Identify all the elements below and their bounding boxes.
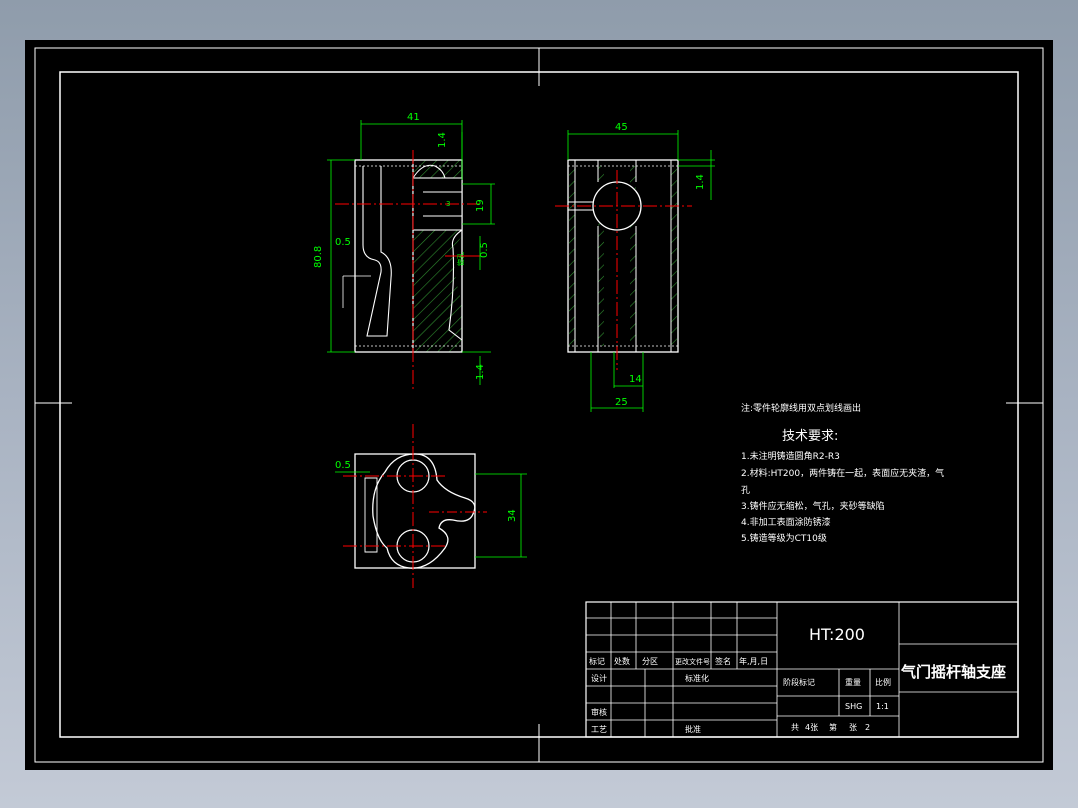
tb-header: 分区 <box>642 657 658 666</box>
tb-review: 审核 <box>591 707 607 717</box>
dim-side-inner: 14 <box>629 374 642 385</box>
dim-front-chamfer: 0.5 <box>335 237 351 248</box>
technical-notes: 注:零件轮廓线用双点划线画出 技术要求: 1.未注明铸造圆角R2-R3 2.材料… <box>741 402 944 544</box>
top-dimension-labels: 0.5 34 <box>335 460 518 522</box>
tb-stage-label: 阶段标记 <box>783 677 815 687</box>
tb-sheet-label: 第 <box>829 722 837 732</box>
title-block: 标记 处数 分区 更改文件号 签名 年,月,日 设计 标准化 审核 工艺 批准 … <box>585 601 1019 738</box>
side-view <box>555 159 692 370</box>
dim-front-small: 3 <box>446 200 450 208</box>
front-dimension-labels: 41 1.4 80.8 0.5 19 0.5 1.4 3 锪孔 <box>313 112 490 380</box>
note-item: 4.非加工表面涂防锈漆 <box>741 516 831 528</box>
tb-header: 年,月,日 <box>739 656 768 666</box>
centering-marks <box>35 48 1043 762</box>
tb-design: 设计 <box>591 673 607 683</box>
dim-front-bottom: 1.4 <box>475 364 486 380</box>
tb-header: 更改文件号 <box>675 657 710 666</box>
note-item: 5.铸造等级为CT10级 <box>741 532 827 544</box>
dim-front-top: 1.4 <box>437 132 448 148</box>
tb-sheet-suffix: 张 <box>849 723 857 732</box>
tb-header: 签名 <box>715 656 731 666</box>
part-note: 注:零件轮廓线用双点划线画出 <box>741 402 861 414</box>
tb-sheets-label: 共 <box>791 723 799 732</box>
front-view <box>335 150 480 390</box>
dim-front-width: 41 <box>407 112 420 123</box>
note-item: 2.材料:HT200，两件铸在一起，表面应无夹渣，气 <box>741 467 944 479</box>
drawing-sheet: 41 1.4 80.8 0.5 19 0.5 1.4 3 锪孔 45 1.4 1… <box>25 40 1053 770</box>
dim-front-step: 0.5 <box>479 242 490 258</box>
side-dimension-labels: 45 1.4 14 25 <box>615 122 706 408</box>
tb-scale-label: 比例 <box>875 677 891 687</box>
tb-approve: 批准 <box>685 724 701 734</box>
tb-header: 处数 <box>614 656 630 666</box>
top-dimensions <box>335 471 527 558</box>
tb-drawing-name: 气门摇杆轴支座 <box>900 663 1006 681</box>
tb-standard: 标准化 <box>685 673 709 683</box>
tb-scale-value: 1:1 <box>876 702 889 711</box>
tb-weight-value: SHG <box>845 702 862 711</box>
side-dimensions <box>567 130 715 412</box>
dim-side-width: 45 <box>615 122 628 133</box>
tb-sheet-value: 2 <box>865 723 870 732</box>
dim-top-height: 34 <box>507 509 518 522</box>
tb-header: 标记 <box>589 656 605 666</box>
top-view <box>343 424 487 588</box>
outer-frame <box>34 47 1044 763</box>
dim-front-bore: 19 <box>475 199 486 212</box>
dim-side-top: 1.4 <box>695 174 706 190</box>
cad-drawing: 41 1.4 80.8 0.5 19 0.5 1.4 3 锪孔 45 1.4 1… <box>34 47 1044 763</box>
tb-material: HT:200 <box>809 625 865 644</box>
tb-weight-label: 重量 <box>845 677 861 687</box>
note-item: 3.铸件应无缩松，气孔，夹砂等缺陷 <box>741 500 885 512</box>
note-item: 孔 <box>741 485 750 496</box>
dim-top-chamfer: 0.5 <box>335 460 351 471</box>
tb-sheets-total: 4张 <box>805 723 818 732</box>
dim-front-tag: 锪孔 <box>456 252 465 266</box>
dim-side-outer: 25 <box>615 397 628 408</box>
tb-process: 工艺 <box>591 725 607 734</box>
dim-front-height: 80.8 <box>313 246 324 268</box>
notes-title: 技术要求: <box>782 429 838 444</box>
inner-frame <box>59 71 1019 738</box>
note-item: 1.未注明铸造圆角R2-R3 <box>741 450 840 462</box>
